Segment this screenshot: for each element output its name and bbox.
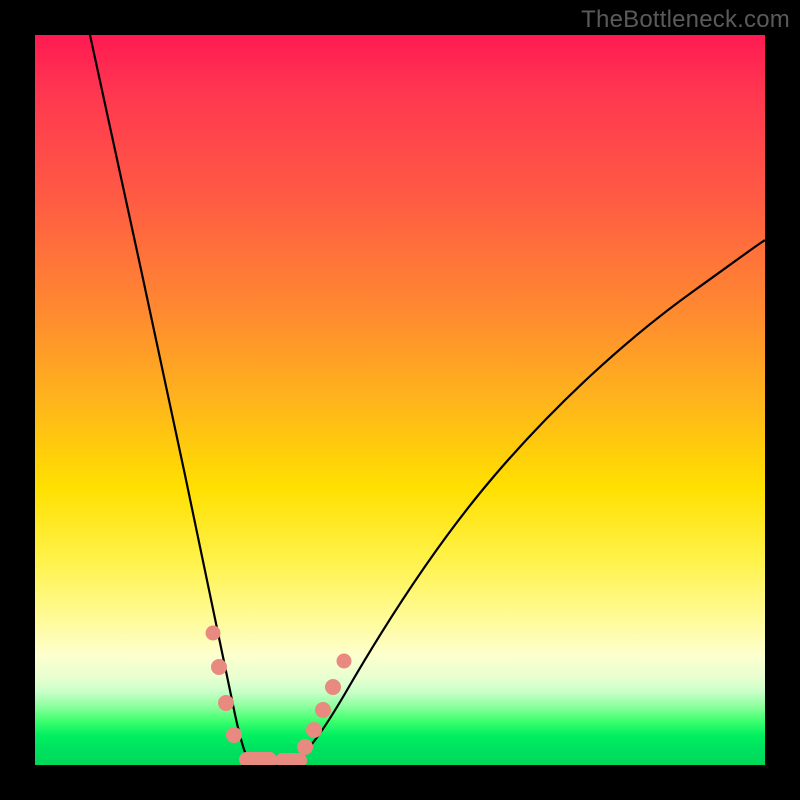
marker-dot	[306, 722, 322, 738]
chart-svg	[35, 35, 765, 765]
marker-pill	[275, 753, 307, 765]
marker-dot	[211, 659, 227, 675]
marker-dot	[315, 702, 331, 718]
marker-pill	[239, 752, 277, 765]
chart-frame: TheBottleneck.com	[0, 0, 800, 800]
marker-dot	[226, 727, 242, 743]
marker-dot	[325, 679, 341, 695]
marker-dot	[297, 739, 313, 755]
curve-left	[90, 35, 248, 759]
marker-dot	[218, 695, 234, 711]
marker-group	[206, 626, 352, 766]
marker-dot	[206, 626, 221, 641]
curve-right	[295, 240, 765, 761]
watermark-text: TheBottleneck.com	[581, 6, 790, 34]
marker-dot	[337, 654, 352, 669]
